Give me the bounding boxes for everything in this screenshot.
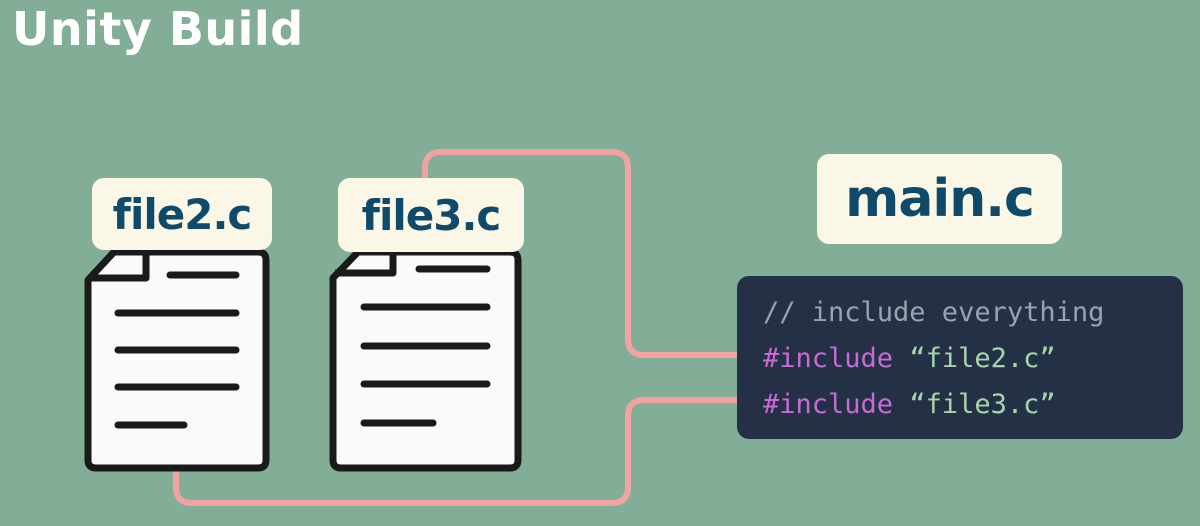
main-label: main.c	[817, 154, 1062, 244]
code-block: // include everything #include “file2.c”…	[737, 276, 1183, 439]
document-icon-file3	[329, 248, 522, 472]
document-icon-file2	[84, 248, 270, 472]
file3-label: file3.c	[338, 178, 524, 252]
code-comment: // include everything	[763, 297, 1105, 328]
include-directive: #include	[763, 389, 894, 420]
include-directive: #include	[763, 343, 894, 374]
diagram-canvas	[84, 149, 740, 506]
include-string: “file2.c”	[909, 343, 1056, 374]
file2-label: file2.c	[92, 178, 272, 250]
include-string: “file3.c”	[909, 389, 1056, 420]
